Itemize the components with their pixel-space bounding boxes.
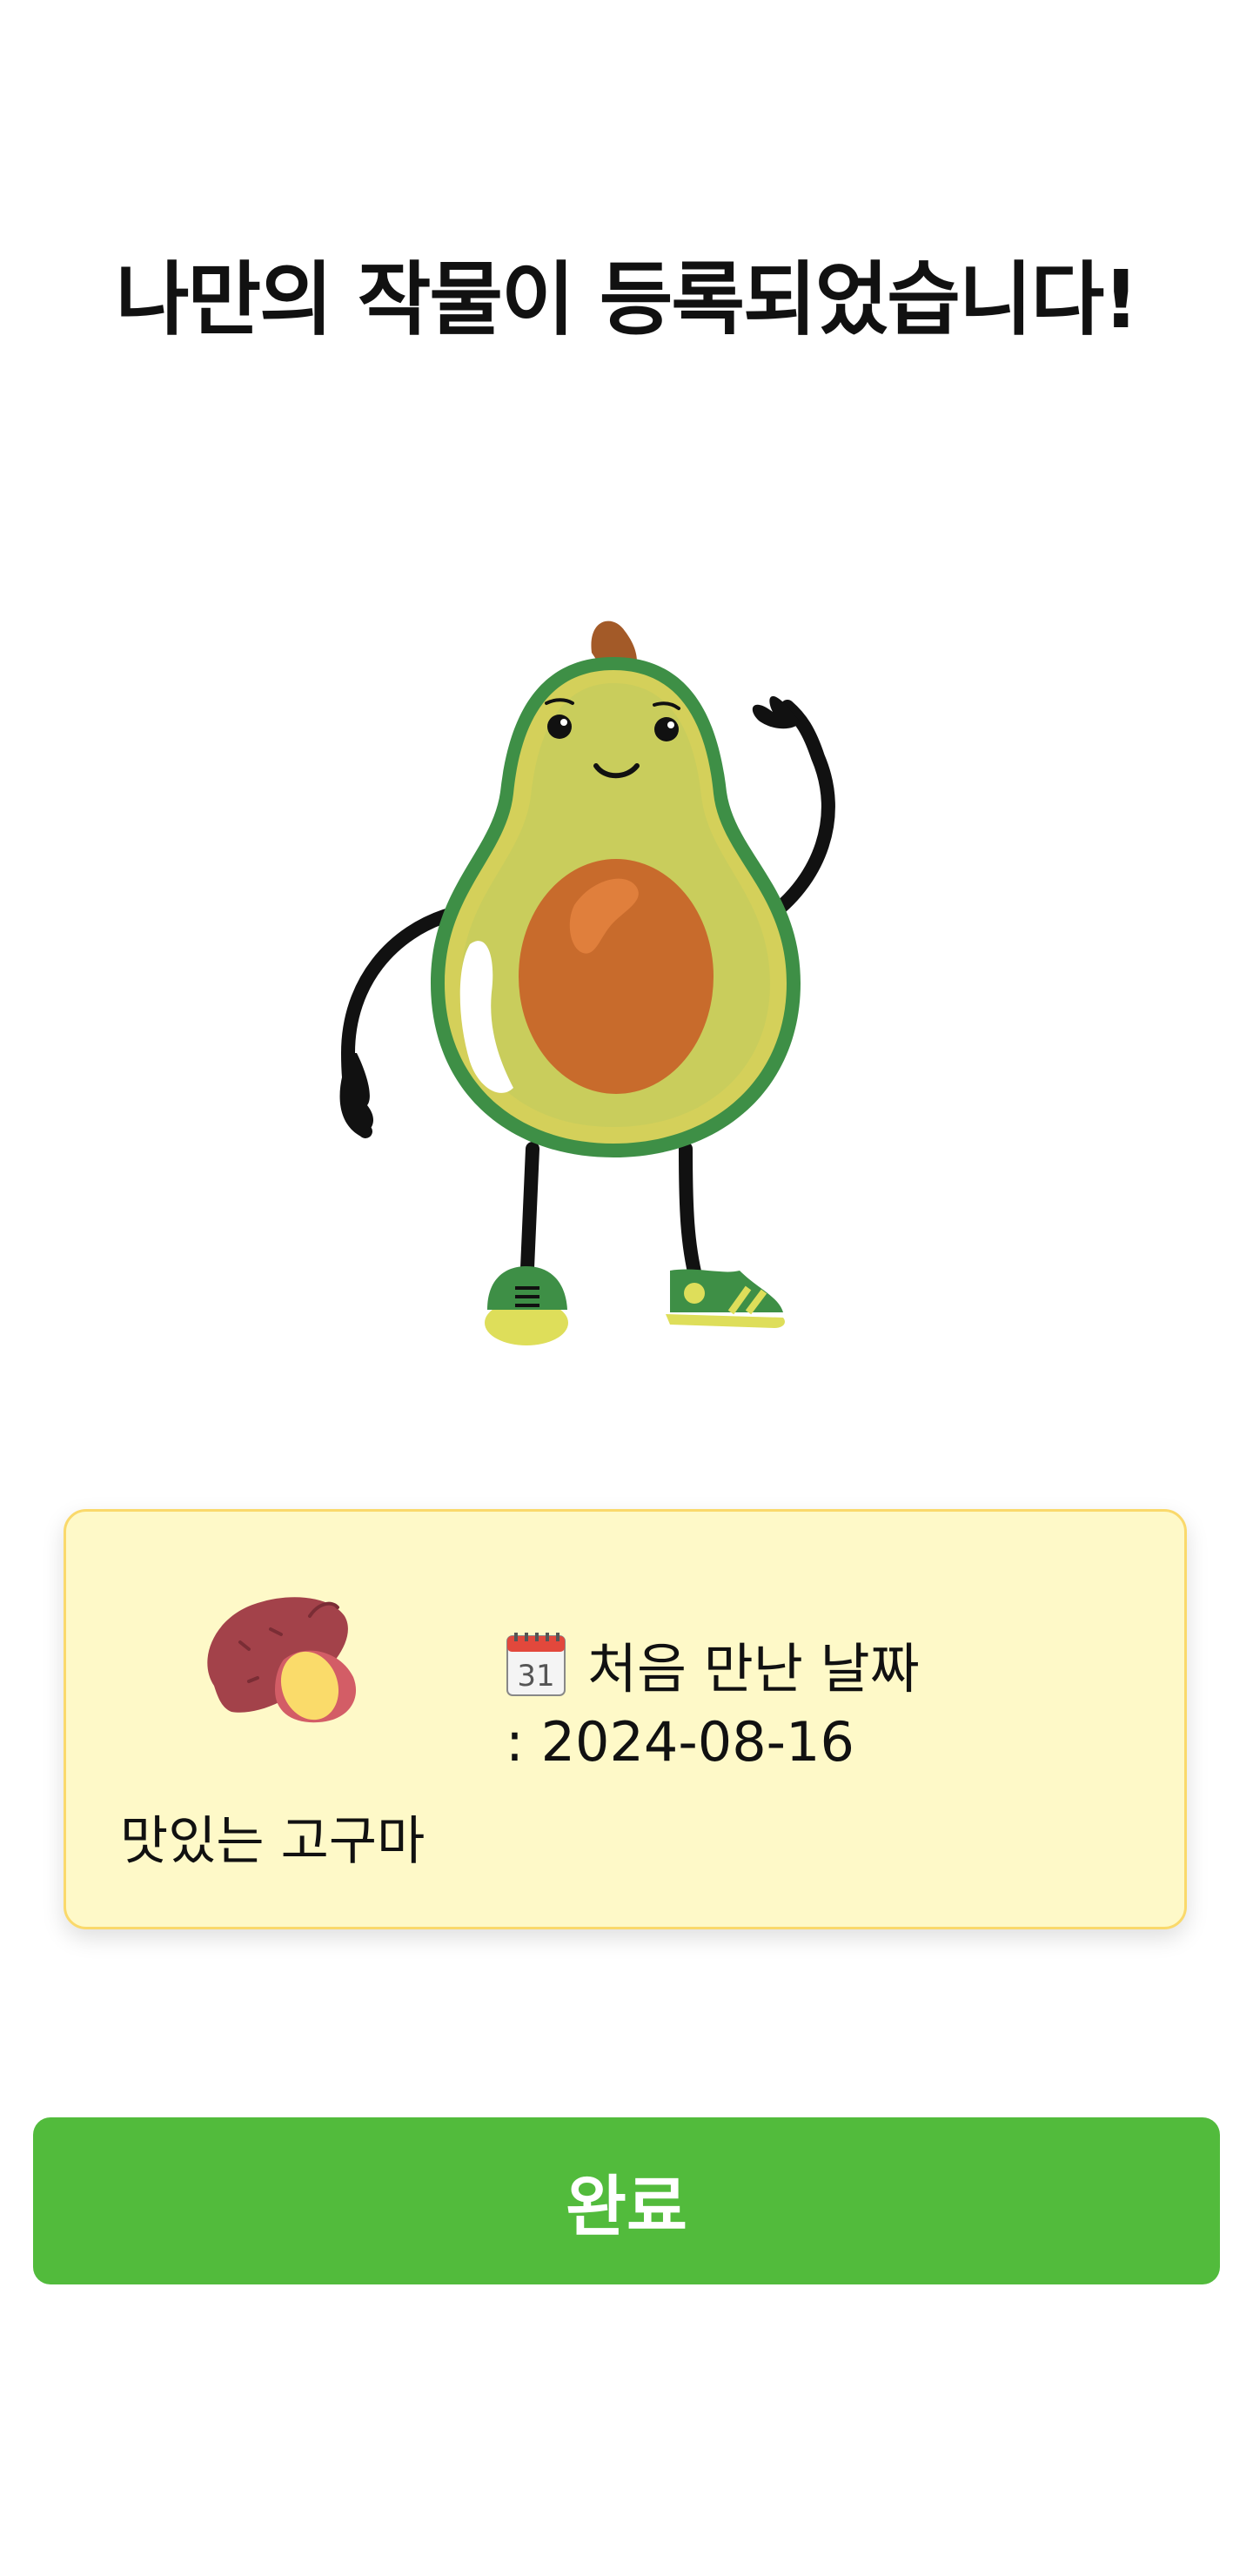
- crop-info-card: 맛있는 고구마 31 처음 만난 날짜 : 2024-08-16: [64, 1509, 1187, 1929]
- first-met-date-label-row: 31 처음 만난 날짜: [506, 1625, 920, 1703]
- first-met-date-label: 처음 만난 날짜: [587, 1637, 920, 1701]
- avocado-character-illustration: [339, 621, 835, 1345]
- done-button[interactable]: 완료: [33, 2117, 1220, 2284]
- right-shoe-sole: [666, 1314, 785, 1328]
- svg-text:31: 31: [517, 1659, 554, 1694]
- calendar-icon: 31: [506, 1633, 566, 1696]
- left-eye: [547, 714, 572, 739]
- crop-name: 맛있는 고구마: [120, 1811, 425, 1872]
- right-arm: [766, 700, 835, 921]
- right-eye: [654, 717, 679, 741]
- sweet-potato-icon: [207, 1597, 357, 1723]
- page-title: 나만의 작물이 등록되었습니다!: [115, 253, 1139, 346]
- first-met-date-value: : 2024-08-16: [506, 1710, 854, 1774]
- right-leg: [679, 1142, 703, 1286]
